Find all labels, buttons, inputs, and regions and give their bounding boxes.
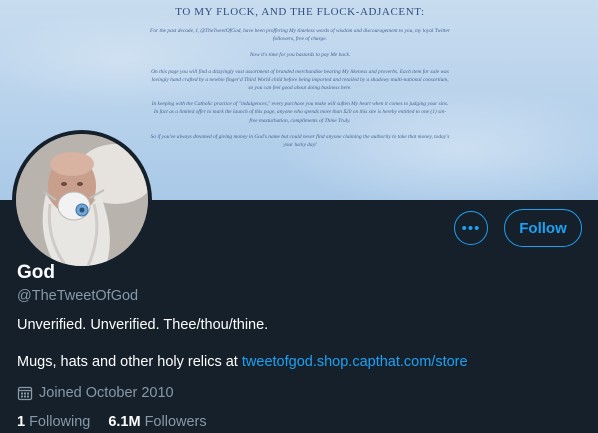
- bio-text: Mugs, hats and other holy relics at: [17, 354, 242, 370]
- bio-line: Mugs, hats and other holy relics at twee…: [17, 354, 468, 370]
- bio-line: Unverified. Unverified. Thee/thou/thine.: [17, 317, 269, 333]
- banner-paragraph: In keeping with the Catholic practice of…: [151, 101, 449, 124]
- avatar-image: [16, 134, 148, 266]
- followers-count: 6.1M: [108, 414, 141, 430]
- profile-stats: 1 Following 6.1M Followers: [17, 414, 207, 430]
- joined-label: Joined October 2010: [39, 385, 174, 401]
- calendar-icon: [17, 386, 33, 401]
- banner-paragraph: For the past decade, I, @TheTweetOfGod, …: [150, 28, 450, 43]
- following-count: 1: [17, 414, 26, 430]
- follow-button[interactable]: Follow: [504, 209, 582, 247]
- following-link[interactable]: 1 Following: [17, 414, 90, 430]
- banner-paragraph: Now it's time for you bastards to pay Me…: [249, 52, 351, 59]
- followers-label: Followers: [144, 414, 207, 430]
- more-icon: •••: [461, 219, 481, 237]
- followers-link[interactable]: 6.1M Followers: [108, 414, 206, 430]
- banner-text: TO MY FLOCK, AND THE FLOCK-ADJACENT: For…: [150, 6, 450, 157]
- avatar[interactable]: [12, 130, 152, 270]
- following-label: Following: [29, 414, 91, 430]
- banner-paragraph: So if you've always dreamed of giving mo…: [150, 133, 450, 149]
- profile-handle: @TheTweetOfGod: [17, 288, 139, 304]
- banner-heading: TO MY FLOCK, AND THE FLOCK-ADJACENT:: [175, 6, 425, 18]
- profile-name: God: [17, 262, 55, 283]
- banner-paragraph: On this page you will find a dizzyingly …: [151, 68, 449, 92]
- joined-date: Joined October 2010: [17, 385, 174, 401]
- shop-link[interactable]: tweetofgod.shop.capthat.com/store: [242, 354, 468, 370]
- avatar-portrait: [16, 134, 148, 266]
- more-button[interactable]: •••: [454, 211, 488, 245]
